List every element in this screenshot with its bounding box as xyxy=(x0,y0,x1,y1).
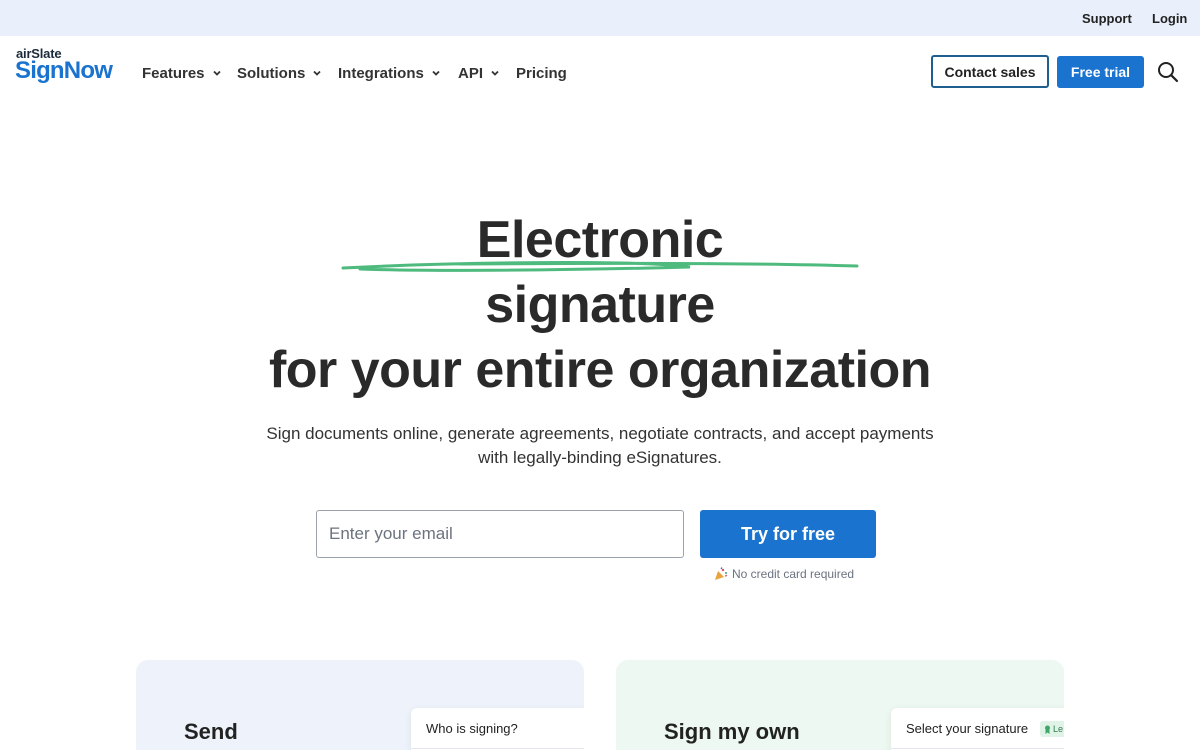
email-input[interactable] xyxy=(316,510,684,558)
search-icon[interactable] xyxy=(1156,60,1180,84)
nav-solutions-label: Solutions xyxy=(237,64,306,82)
nav-api-label: API xyxy=(458,64,484,82)
select-signature-panel: Select your signature Le xyxy=(891,708,1064,750)
support-link[interactable]: Support xyxy=(1082,11,1132,26)
hero-subtitle: Sign documents online, generate agreemen… xyxy=(266,424,934,467)
top-utility-bar: Support Login xyxy=(0,0,1200,36)
hero-title-line-1: Electronic xyxy=(476,211,724,269)
send-card[interactable]: Send Who is signing? xyxy=(136,660,584,750)
contact-sales-button[interactable]: Contact sales xyxy=(931,55,1049,88)
nav-integrations[interactable]: Integrations xyxy=(338,63,441,83)
nav-api[interactable]: API xyxy=(458,63,500,83)
chevron-down-icon xyxy=(313,70,321,76)
party-popper-icon xyxy=(715,567,728,580)
panel-divider xyxy=(411,748,584,749)
free-trial-button[interactable]: Free trial xyxy=(1057,56,1144,88)
signnow-logo[interactable]: airSlate SignNow xyxy=(15,46,126,86)
who-is-signing-label: Who is signing? xyxy=(426,721,518,736)
select-signature-label: Select your signature xyxy=(906,721,1029,736)
login-link[interactable]: Login xyxy=(1152,11,1187,26)
nav-pricing[interactable]: Pricing xyxy=(516,63,567,83)
nav-integrations-label: Integrations xyxy=(338,64,424,82)
nav-solutions[interactable]: Solutions xyxy=(237,63,322,83)
panel-divider xyxy=(891,748,1064,749)
nav-pricing-label: Pricing xyxy=(516,64,567,82)
logo-signnow-text: SignNow xyxy=(15,57,113,84)
signature-badge: Le xyxy=(1040,721,1064,737)
try-for-free-button[interactable]: Try for free xyxy=(700,510,876,558)
hero-title-line-2: signature xyxy=(485,276,715,334)
sign-my-own-card[interactable]: Sign my own Select your signature Le xyxy=(616,660,1064,750)
hero-title-line-3: for your entire organization xyxy=(268,341,932,399)
chevron-down-icon xyxy=(432,70,440,76)
no-credit-card-note: No credit card required xyxy=(714,567,854,581)
sign-my-own-card-title: Sign my own xyxy=(664,719,800,744)
nav-features[interactable]: Features xyxy=(142,63,222,83)
who-is-signing-panel: Who is signing? xyxy=(411,708,584,750)
ribbon-icon xyxy=(1045,725,1050,734)
send-card-title: Send xyxy=(184,719,238,744)
chevron-down-icon xyxy=(212,70,221,76)
signature-badge-text: Le xyxy=(1053,724,1064,734)
chevron-down-icon xyxy=(491,70,499,76)
nav-features-label: Features xyxy=(142,64,205,82)
no-credit-card-text: No credit card required xyxy=(732,567,855,581)
